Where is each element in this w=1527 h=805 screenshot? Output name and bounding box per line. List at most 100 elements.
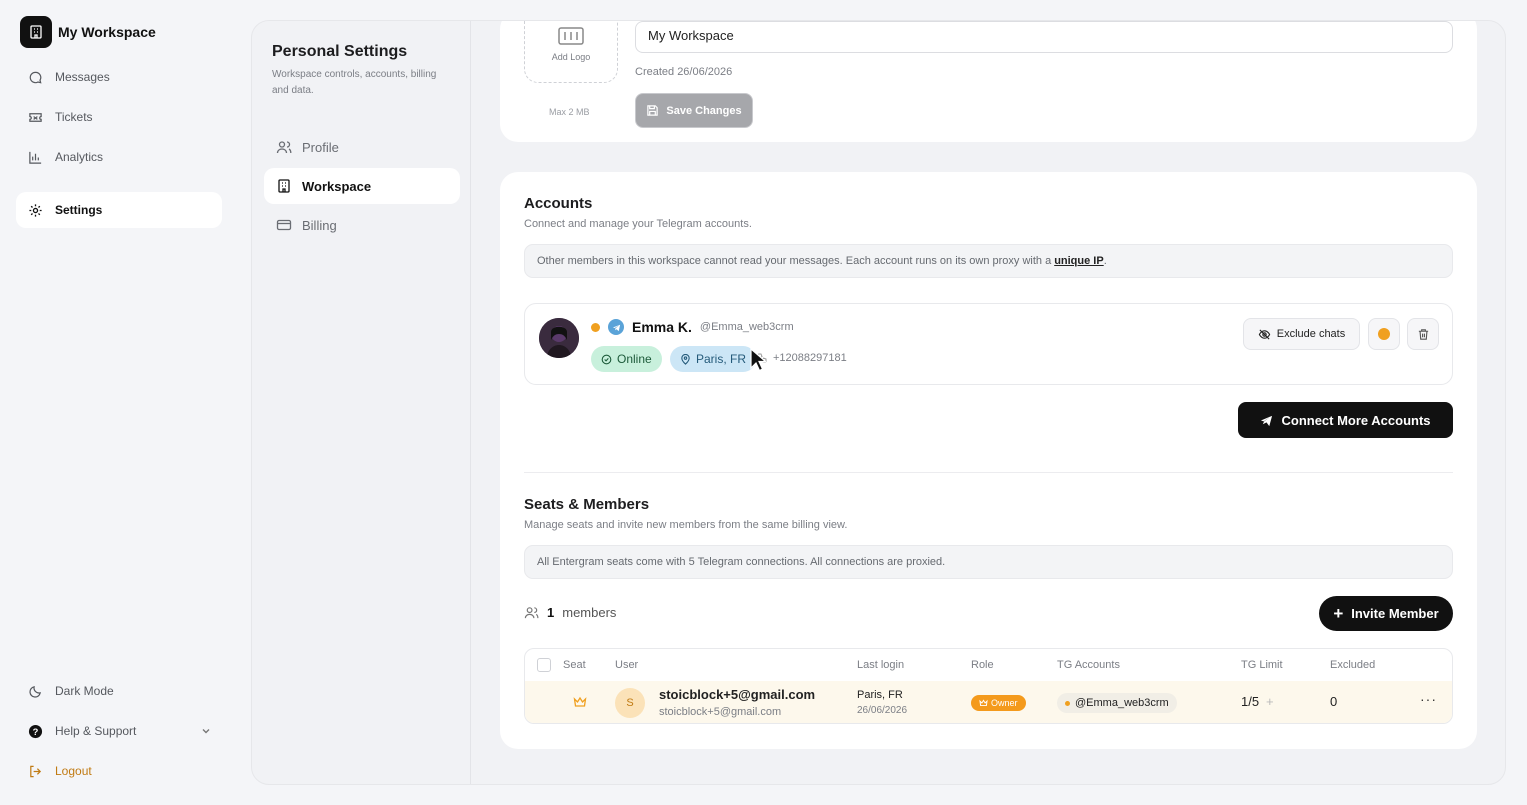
check-circle-icon [601, 354, 612, 364]
excluded-value: 0 [1330, 694, 1338, 709]
sidebar-item-settings[interactable]: Settings [16, 192, 222, 228]
workspace-switcher[interactable]: My Workspace [20, 16, 156, 48]
logo-placeholder-icon [558, 27, 584, 45]
card-icon [276, 219, 292, 231]
members-table: Seat User Last login Role TG Accounts TG… [524, 648, 1453, 724]
building-icon [20, 16, 52, 48]
section-divider [524, 472, 1453, 473]
settings-panel: Personal Settings Workspace controls, ac… [251, 20, 1506, 785]
message-icon [29, 71, 42, 83]
sidebar-item-label: Tickets [55, 110, 93, 124]
sidebar-item-label: Messages [55, 70, 110, 84]
column-header-tg-accounts[interactable]: TG Accounts [1057, 659, 1120, 671]
status-dot [1065, 700, 1070, 706]
tab-label: Workspace [302, 178, 372, 194]
app-sidebar: My Workspace Messages Tickets Analytics … [0, 0, 238, 805]
users-icon [524, 607, 539, 619]
column-header-last-login[interactable]: Last login [857, 659, 904, 671]
select-all-checkbox[interactable] [537, 658, 551, 672]
table-header: Seat User Last login Role TG Accounts TG… [525, 649, 1452, 681]
logout-button[interactable]: Logout [16, 753, 222, 789]
help-support-menu[interactable]: ? Help & Support [16, 713, 222, 749]
created-date: Created 26/06/2026 [635, 66, 733, 78]
seats-info: All Entergram seats come with 5 Telegram… [524, 545, 1453, 579]
users-icon [276, 141, 292, 154]
sidebar-item-tickets[interactable]: Tickets [16, 99, 222, 135]
avatar [539, 318, 579, 358]
sidebar-item-messages[interactable]: Messages [16, 59, 222, 95]
workspace-card: Add Logo Max 2 MB My Workspace Created 2… [500, 21, 1477, 142]
column-header-tg-limit[interactable]: TG Limit [1241, 659, 1283, 671]
members-count-value: 1 [547, 605, 555, 620]
online-label: Online [617, 352, 652, 366]
workspace-name: My Workspace [58, 24, 156, 40]
workspace-name-input[interactable]: My Workspace [635, 21, 1453, 53]
increase-limit-icon[interactable]: + [1266, 694, 1274, 709]
tg-account-label: @Emma_web3crm [1075, 697, 1169, 709]
member-email-sub: stoicblock+5@gmail.com [659, 706, 782, 718]
tab-label: Billing [302, 217, 337, 233]
help-icon: ? [28, 724, 43, 738]
dark-mode-toggle[interactable]: Dark Mode [16, 673, 222, 709]
location-badge: Paris, FR [670, 346, 757, 372]
moon-icon [29, 685, 41, 698]
column-header-excluded[interactable]: Excluded [1330, 659, 1375, 671]
plus-icon: + [1333, 604, 1344, 623]
seats-title: Seats & Members [524, 496, 650, 513]
save-changes-label: Save Changes [666, 104, 742, 117]
role-badge: Owner [971, 695, 1026, 711]
table-row[interactable]: S stoicblock+5@gmail.com stoicblock+5@gm… [525, 681, 1452, 723]
settings-description: Workspace controls, accounts, billing an… [272, 69, 437, 96]
tab-billing[interactable]: Billing [264, 207, 460, 243]
location-label: Paris, FR [696, 352, 747, 366]
exclude-chats-button[interactable]: Exclude chats [1243, 318, 1360, 350]
tg-account-chip: @Emma_web3crm [1057, 693, 1177, 713]
last-login-date: 26/06/2026 [857, 705, 908, 716]
avatar: S [615, 688, 645, 718]
svg-text:?: ? [33, 726, 39, 736]
telegram-icon [608, 319, 624, 335]
sidebar-item-label: Settings [55, 203, 103, 217]
invite-member-label: Invite Member [1351, 606, 1439, 621]
connect-more-label: Connect More Accounts [1281, 412, 1431, 428]
settings-content: Add Logo Max 2 MB My Workspace Created 2… [471, 21, 1505, 784]
accounts-info-text: Other members in this workspace cannot r… [537, 255, 1052, 267]
role-label: Owner [991, 698, 1018, 708]
delete-account-button[interactable] [1407, 318, 1439, 350]
unique-ip-link[interactable]: unique IP [1054, 255, 1104, 267]
column-header-user[interactable]: User [615, 659, 638, 671]
connect-more-accounts-button[interactable]: Connect More Accounts [1238, 402, 1453, 438]
save-changes-button[interactable]: Save Changes [635, 93, 753, 128]
accounts-info: Other members in this workspace cannot r… [524, 244, 1453, 278]
tab-profile[interactable]: Profile [264, 129, 460, 165]
status-toggle-button[interactable] [1368, 318, 1400, 350]
ticket-icon [29, 112, 42, 122]
member-email: stoicblock+5@gmail.com [659, 687, 816, 702]
trash-icon [1418, 328, 1428, 340]
account-row: Emma K. @Emma_web3crm Online Paris, FR +… [524, 303, 1453, 385]
members-count: 1 members [524, 605, 616, 620]
chart-icon [29, 151, 42, 164]
settings-title: Personal Settings [272, 43, 408, 60]
mouse-cursor-icon [750, 348, 766, 372]
map-pin-icon [681, 353, 690, 365]
building-icon [278, 179, 290, 193]
send-icon [1261, 415, 1273, 426]
account-name: Emma K. [632, 319, 692, 335]
accounts-info-end: . [1103, 255, 1107, 267]
column-header-seat[interactable]: Seat [563, 659, 586, 671]
help-support-label: Help & Support [55, 724, 137, 738]
logout-label: Logout [55, 764, 92, 778]
tab-workspace[interactable]: Workspace [264, 168, 460, 204]
logo-upload[interactable]: Add Logo [524, 21, 618, 83]
invite-member-button[interactable]: + Invite Member [1319, 596, 1453, 631]
more-options-icon[interactable]: ··· [1420, 691, 1437, 707]
sidebar-item-analytics[interactable]: Analytics [16, 139, 222, 175]
accounts-card: Accounts Connect and manage your Telegra… [500, 172, 1477, 749]
dark-mode-label: Dark Mode [55, 684, 114, 698]
eye-off-icon [1258, 328, 1270, 340]
accounts-title: Accounts [524, 195, 593, 212]
column-header-role[interactable]: Role [971, 659, 994, 671]
crown-icon [979, 699, 988, 707]
seats-description: Manage seats and invite new members from… [524, 519, 848, 531]
